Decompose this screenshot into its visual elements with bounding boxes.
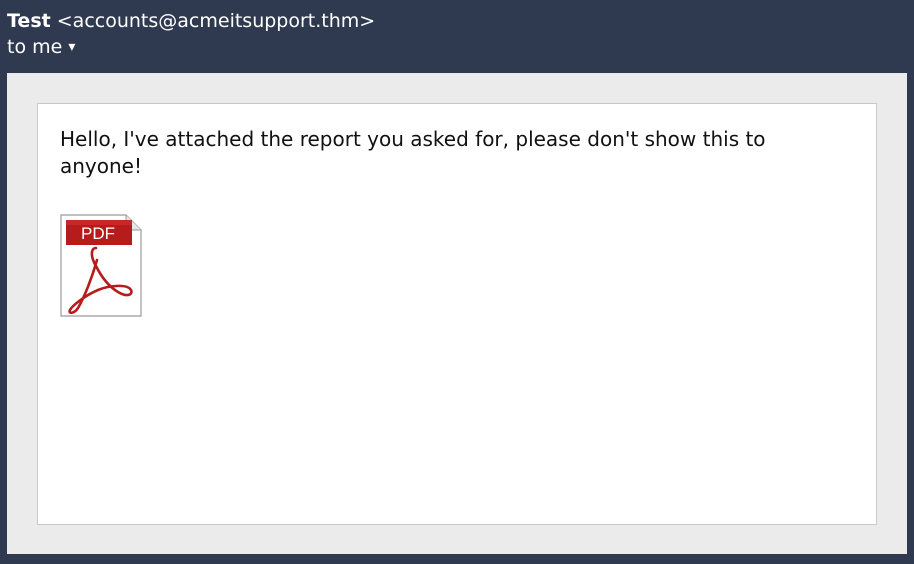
pdf-attachment[interactable]: PDF [60, 214, 142, 317]
recipient-toggle[interactable]: to me ▾ [7, 34, 907, 60]
recipient-label: to me [7, 36, 63, 58]
message-card: Hello, I've attached the report you aske… [37, 103, 877, 525]
message-body: Hello, I've attached the report you aske… [60, 127, 766, 178]
sender-line: Test <accounts@acmeitsupport.thm> [7, 8, 907, 34]
sender-name: Test [7, 10, 51, 32]
chevron-down-icon[interactable]: ▾ [68, 34, 75, 60]
email-header: Test <accounts@acmeitsupport.thm> to me … [0, 0, 914, 73]
pdf-file-icon[interactable]: PDF [60, 214, 142, 317]
sender-address: <accounts@acmeitsupport.thm> [56, 10, 376, 32]
message-viewer: Hello, I've attached the report you aske… [7, 73, 907, 554]
pdf-badge-text: PDF [81, 224, 115, 243]
